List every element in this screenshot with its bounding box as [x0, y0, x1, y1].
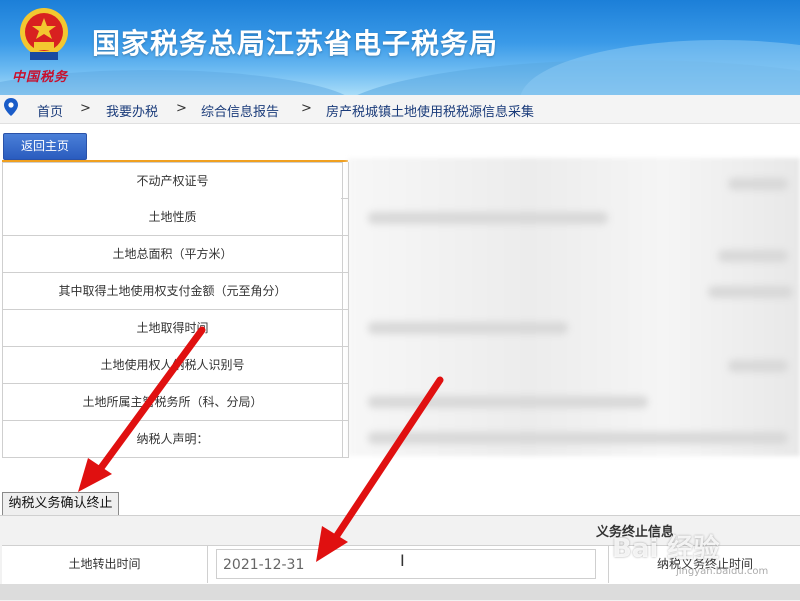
field-label-property-cert: 不动产权证号	[2, 162, 343, 200]
breadcrumb-my-tasks[interactable]: 我要办税	[106, 101, 158, 120]
field-label-acquire-time: 土地取得时间	[2, 310, 343, 347]
breadcrumb-home[interactable]: 首页	[37, 101, 63, 120]
watermark-logo: Bai 经验	[612, 534, 720, 564]
confirm-termination-button[interactable]: 纳税义务确认终止	[2, 492, 119, 516]
breadcrumb-current: 房产税城镇土地使用税税源信息采集	[326, 105, 535, 120]
transfer-time-label: 土地转出时间	[2, 545, 208, 583]
breadcrumb-separator: >	[176, 101, 187, 116]
breadcrumb-info-report[interactable]: 综合信息报告	[201, 101, 279, 120]
emblem-caption: 中国税务	[12, 70, 69, 85]
watermark-url: jingyan.baidu.com	[676, 566, 769, 577]
breadcrumb: 首页 > 我要办税 > 综合信息报告 > 房产税城镇土地使用税税源信息采集	[0, 95, 800, 124]
transfer-time-input[interactable]: 2021-12-31	[216, 549, 596, 579]
tax-emblem-icon	[20, 8, 68, 60]
site-title: 国家税务总局江苏省电子税务局	[92, 27, 499, 60]
blurred-values-panel	[348, 158, 800, 456]
field-label-taxpayer-id: 土地使用权人纳税人识别号	[2, 347, 343, 384]
field-divider	[341, 347, 349, 384]
field-label-land-payment: 其中取得土地使用权支付金额（元至角分）	[2, 273, 343, 310]
field-divider	[341, 421, 349, 458]
field-divider	[341, 310, 349, 347]
field-label-land-nature: 土地性质	[2, 199, 343, 236]
banner-hill	[520, 40, 800, 95]
text-cursor-icon: I	[400, 551, 405, 570]
field-label-tax-office: 土地所属主管税务所（科、分局）	[2, 384, 343, 421]
field-divider	[341, 199, 349, 236]
horizontal-scrollbar[interactable]	[0, 584, 800, 600]
field-divider	[341, 236, 349, 273]
field-label-declaration: 纳税人声明：	[2, 421, 343, 458]
field-divider	[341, 384, 349, 421]
field-divider	[341, 273, 349, 310]
field-divider	[341, 162, 349, 199]
field-label-land-area: 土地总面积（平方米）	[2, 236, 343, 273]
location-pin-icon	[4, 98, 18, 116]
back-home-button[interactable]: 返回主页	[3, 133, 87, 160]
breadcrumb-separator: >	[80, 101, 91, 116]
breadcrumb-separator: >	[301, 101, 312, 116]
header-banner: 中国税务 国家税务总局江苏省电子税务局	[0, 0, 800, 95]
